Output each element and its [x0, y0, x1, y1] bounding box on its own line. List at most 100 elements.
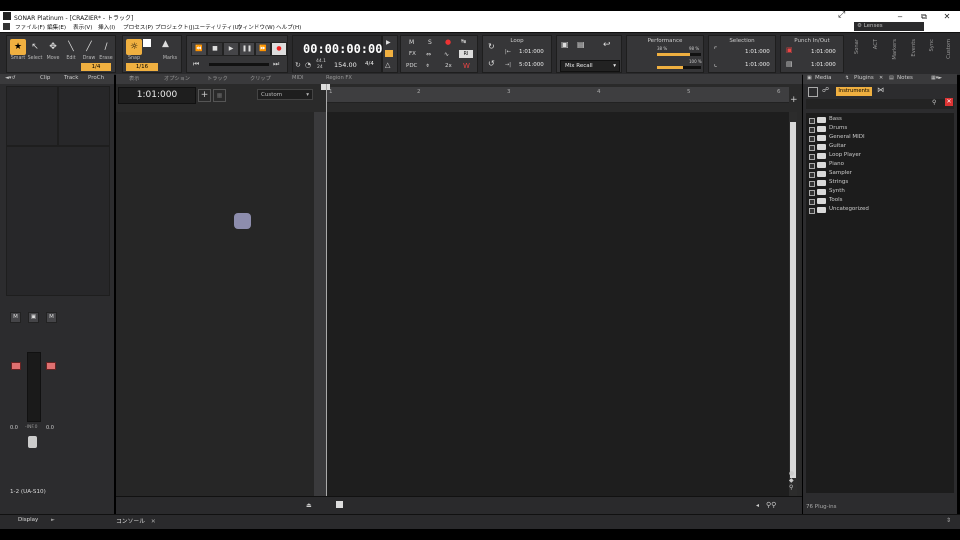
record-button[interactable]: ● [271, 42, 287, 56]
solo-button[interactable]: S [428, 39, 432, 46]
lenses-select[interactable]: ⚙ Lenses [854, 22, 924, 31]
go-to-start-icon[interactable]: ⏮ [193, 60, 199, 69]
module-tab-markers[interactable]: Markers [892, 39, 898, 60]
menu-view-track[interactable]: 表示 [129, 75, 139, 82]
fx-button[interactable]: FX [409, 51, 416, 57]
marks-icon[interactable]: ▲ [162, 39, 169, 49]
tempo[interactable]: 154.00 [334, 61, 357, 69]
loop-set-icon[interactable]: ↺ [488, 59, 495, 68]
module-tab-act[interactable]: ACT [873, 39, 879, 49]
console-tab[interactable]: コンソール ✕ [116, 516, 156, 525]
ruler-add-icon[interactable]: + [790, 95, 798, 105]
selection-start-icon[interactable]: ⌜ [714, 46, 717, 54]
metronome-toggle[interactable] [385, 50, 393, 57]
punch-end[interactable]: 1:01:000 [811, 62, 836, 68]
selection-end-icon[interactable]: ⌞ [714, 60, 717, 68]
time-ruler[interactable]: 1 2 3 4 5 6 [326, 87, 789, 103]
time-signature[interactable]: 4/4 [365, 61, 374, 67]
erase-tool-icon[interactable]: ∕ [98, 39, 114, 55]
display-tab[interactable]: Display [18, 517, 38, 523]
draw-tool-icon[interactable]: ╱ [81, 39, 97, 55]
menu-insert[interactable]: 挿入(I) [98, 23, 115, 31]
close-tab-icon[interactable]: ✕ [879, 75, 883, 81]
hscroll-up-icon[interactable]: ⏏ [306, 502, 312, 509]
tab-clip[interactable]: Clip [40, 75, 50, 81]
clear-search-icon[interactable]: ✕ [945, 98, 953, 106]
position-slider[interactable] [209, 63, 269, 66]
menu-track[interactable]: トラック [207, 75, 228, 82]
arrow-right-icon[interactable]: ▶ [386, 39, 391, 46]
now-time[interactable]: 00:00:00:00 [303, 42, 382, 56]
menu-file[interactable]: ファイル(F) [15, 23, 45, 31]
right-fader-handle[interactable] [46, 362, 56, 370]
link-icon[interactable]: ⇔ [426, 51, 431, 58]
dock-expand-icon[interactable]: ⇕ [946, 517, 951, 524]
play-button[interactable]: ▶ [223, 42, 239, 56]
plugin-type-icon[interactable]: ☍ [822, 86, 829, 94]
menu-help[interactable]: ヘルプ(H) [276, 23, 301, 31]
expand-icon[interactable] [809, 127, 815, 133]
expand-icon[interactable] [809, 163, 815, 169]
loop-toggle-icon[interactable]: ↻ [488, 42, 495, 51]
selection-start[interactable]: 1:01:000 [745, 49, 770, 55]
selection-end[interactable]: 1:01:000 [745, 62, 770, 68]
menu-process[interactable]: プロセス(P) [123, 23, 153, 31]
snap-grid-icon[interactable] [143, 39, 151, 47]
inspector-menu-icon[interactable]: ◄▾↺ [5, 75, 16, 81]
ri-button[interactable]: RI [459, 50, 473, 58]
tab-media[interactable]: Media [815, 75, 832, 81]
close-button[interactable]: ✕ [935, 11, 959, 22]
mix-recall-select[interactable]: Mix Recall ▾ [560, 60, 620, 72]
expand-icon[interactable] [809, 118, 815, 124]
punch-start[interactable]: 1:01:000 [811, 49, 836, 55]
channel-name[interactable]: 1-2 (UA-S10) [10, 489, 46, 495]
expand-icon[interactable] [809, 154, 815, 160]
pause-button[interactable]: ❚❚ [239, 42, 255, 56]
display-menu-icon[interactable]: ► [51, 517, 55, 523]
menu-utilities[interactable]: ユーティリティ(U) [194, 23, 241, 31]
search-icon[interactable]: ⚲ [932, 99, 936, 106]
vertical-scrollbar[interactable] [789, 112, 797, 496]
expand-icon[interactable] [809, 145, 815, 151]
tab-proch[interactable]: ProCh [88, 75, 104, 81]
snap-icon[interactable]: ☼ [126, 39, 142, 55]
waveform-icon[interactable]: ∿ [444, 51, 449, 58]
arm-button[interactable]: ● [445, 38, 451, 46]
metronome-icon[interactable]: △ [385, 61, 390, 69]
menu-clip[interactable]: クリップ [250, 75, 271, 82]
menu-window[interactable]: ウィンドウ(W) [237, 23, 275, 31]
browser-layout-icon[interactable] [808, 87, 818, 97]
now-time-field[interactable]: 1:01:000 [118, 87, 196, 104]
expand-icon[interactable] [809, 199, 815, 205]
metronome-small-icon[interactable]: ◔ [305, 61, 311, 69]
expand-icon[interactable] [809, 190, 815, 196]
tool-fraction[interactable]: 1/4 [81, 63, 111, 71]
left-mute-button[interactable]: M [10, 312, 21, 323]
menu-project[interactable]: プロジェクト(J) [155, 23, 195, 31]
track-height-select[interactable]: Custom ▾ [257, 89, 313, 100]
expand-icon[interactable] [809, 136, 815, 142]
minimize-button[interactable]: ‒ [888, 11, 912, 22]
snapshot-icon[interactable]: ▣ [561, 40, 569, 49]
automation-write-icon[interactable]: W [463, 62, 470, 70]
expand-icon[interactable] [809, 172, 815, 178]
view-toggle-icon[interactable]: ⤢ [838, 10, 845, 20]
stop-button[interactable]: ■ [207, 42, 223, 56]
right-mute-button[interactable]: M [46, 312, 57, 323]
module-tab-sonar[interactable]: Sonar [854, 39, 860, 54]
expand-icon[interactable] [809, 181, 815, 187]
expand-icon[interactable] [809, 208, 815, 214]
pdc-button[interactable]: PDC [406, 63, 417, 69]
fast-forward-button[interactable]: ⏩ [255, 42, 271, 56]
menu-midi[interactable]: MIDI [292, 75, 304, 81]
save-mix-icon[interactable]: ▤ [577, 40, 585, 49]
loop-end[interactable]: 5:01:000 [519, 62, 544, 68]
hzoom-out-icon[interactable]: ◂ [756, 502, 759, 509]
track-clip-splitter[interactable] [314, 112, 326, 496]
close-icon[interactable]: ✕ [151, 519, 156, 525]
edit-tool-icon[interactable]: ╲ [63, 39, 79, 55]
punch-end-icon[interactable]: ▤ [786, 60, 793, 68]
module-tab-sync[interactable]: Sync [929, 39, 935, 52]
undo-icon[interactable]: ↩ [603, 40, 611, 50]
hzoom-in-icon[interactable]: ⚲⚲ [766, 501, 776, 509]
